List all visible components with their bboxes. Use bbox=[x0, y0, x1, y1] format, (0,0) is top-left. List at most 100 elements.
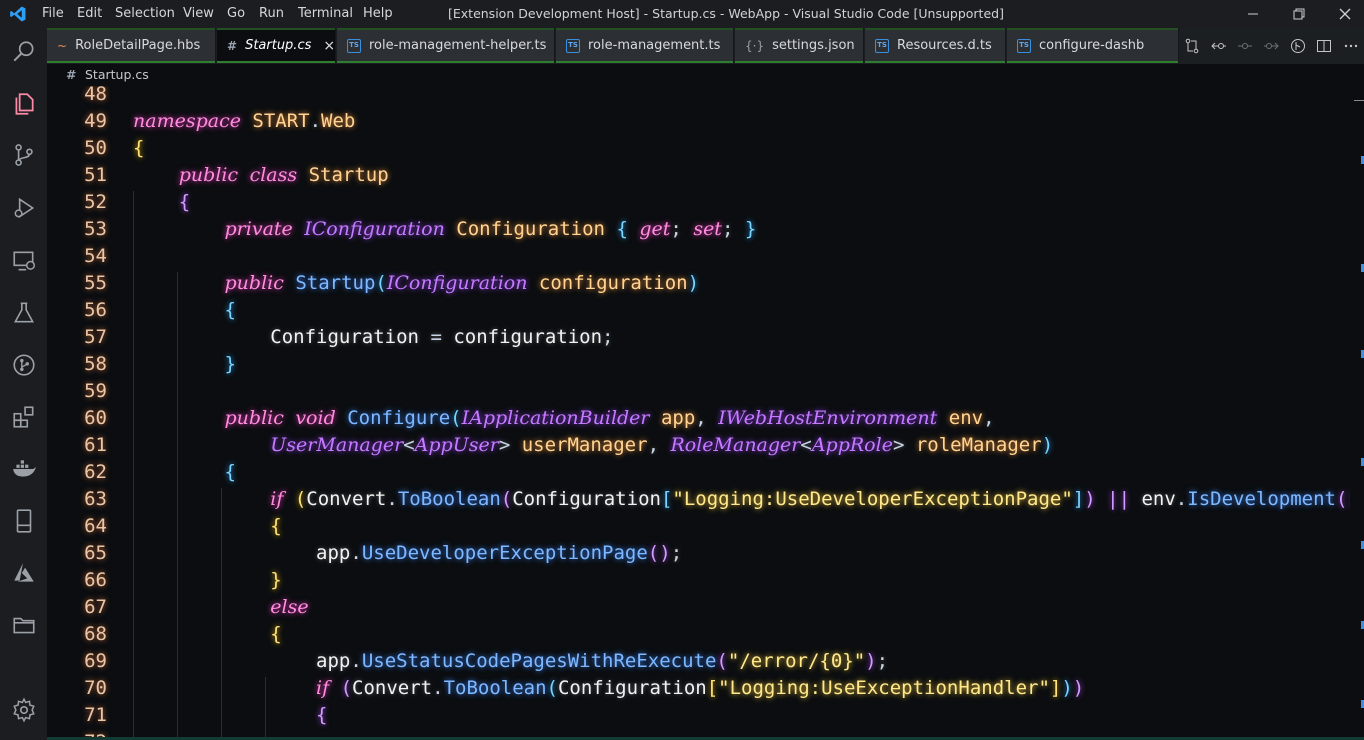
activity-device[interactable] bbox=[0, 501, 47, 541]
open-changes-next-button[interactable] bbox=[1258, 28, 1284, 64]
code-token: RoleManager bbox=[670, 434, 801, 456]
activity-gitlens[interactable] bbox=[0, 345, 47, 385]
commit-button[interactable] bbox=[1232, 28, 1258, 64]
code-token: UserManager bbox=[270, 434, 404, 456]
source-control-icon bbox=[14, 144, 33, 166]
split-editor-button[interactable] bbox=[1311, 28, 1337, 64]
code-editor[interactable]: 48 49 namespace START.Web 50{51 public clas… bbox=[47, 86, 1350, 740]
minimize-button[interactable] bbox=[1230, 0, 1276, 28]
tab-startup-cs[interactable]: # Startup.cs × bbox=[217, 28, 336, 63]
tab-role-management-helper-ts[interactable]: TS role-management-helper.ts bbox=[337, 28, 555, 63]
activity-search[interactable] bbox=[0, 32, 47, 72]
tab-resources-d-ts[interactable]: TS Resources.d.ts bbox=[865, 28, 1006, 63]
line-number: 70 bbox=[84, 677, 107, 699]
code-token: > bbox=[498, 434, 511, 456]
toggle-blame-button[interactable] bbox=[1285, 28, 1311, 64]
code-token: Configuration bbox=[512, 488, 661, 510]
line-number: 57 bbox=[84, 326, 107, 348]
line-number: 51 bbox=[84, 164, 107, 186]
code-token: ; bbox=[721, 218, 734, 240]
typescript-icon: TS bbox=[1017, 38, 1031, 53]
close-window-button[interactable] bbox=[1322, 0, 1364, 28]
menu-selection[interactable]: Selection bbox=[115, 6, 175, 21]
code-token: Startup bbox=[308, 164, 389, 186]
activity-azure[interactable] bbox=[0, 553, 47, 593]
activity-explorer[interactable] bbox=[0, 84, 47, 124]
editor-scrollbar[interactable] bbox=[1350, 86, 1364, 740]
code-token: ( bbox=[294, 488, 307, 510]
code-line: else bbox=[133, 596, 308, 618]
code-line: { bbox=[133, 515, 281, 537]
menu-go[interactable]: Go bbox=[227, 6, 245, 21]
code-token: ( bbox=[546, 677, 558, 699]
code-token: Configure bbox=[347, 407, 451, 429]
debug-icon bbox=[14, 197, 34, 219]
activity-run-debug[interactable] bbox=[0, 188, 47, 228]
open-changes-previous-button[interactable] bbox=[1205, 28, 1231, 64]
code-token: START bbox=[240, 110, 310, 132]
tab-label: role-management.ts bbox=[588, 38, 721, 53]
code-line: { bbox=[133, 704, 327, 726]
line-number: 58 bbox=[84, 353, 107, 375]
breadcrumb-file[interactable]: Startup.cs bbox=[85, 67, 149, 82]
code-token: ( bbox=[375, 272, 387, 294]
tab-role-management-ts[interactable]: TS role-management.ts bbox=[556, 28, 734, 63]
code-token: void bbox=[295, 407, 336, 429]
tab-label: Startup.cs bbox=[245, 38, 312, 53]
code-token: . bbox=[309, 110, 322, 132]
menu-edit[interactable]: Edit bbox=[77, 6, 102, 21]
code-token: configuration bbox=[441, 326, 603, 348]
activity-testing[interactable] bbox=[0, 293, 47, 333]
editor-actions bbox=[1179, 28, 1364, 64]
activity-remote-explorer[interactable] bbox=[0, 241, 47, 281]
compare-changes-button[interactable] bbox=[1179, 28, 1205, 64]
activity-source-control[interactable] bbox=[0, 135, 47, 175]
activity-bar bbox=[0, 28, 47, 740]
code-token: , bbox=[695, 407, 707, 429]
code-token: . bbox=[386, 488, 398, 510]
code-token: , bbox=[983, 407, 995, 429]
close-tab-icon[interactable]: × bbox=[323, 38, 335, 54]
restore-icon bbox=[1293, 8, 1305, 20]
code-line: namespace START.Web bbox=[133, 110, 355, 132]
code-token: { bbox=[133, 137, 145, 159]
menu-run[interactable]: Run bbox=[259, 6, 284, 21]
menu-help[interactable]: Help bbox=[363, 6, 393, 21]
line-number: 68 bbox=[84, 623, 107, 645]
window-title: [Extension Development Host] - Startup.c… bbox=[448, 6, 1004, 21]
tab-configure-dashboard[interactable]: TS configure-dashb bbox=[1007, 28, 1179, 63]
code-token: ) bbox=[687, 272, 700, 294]
code-token: ( bbox=[450, 407, 462, 429]
menu-file[interactable]: File bbox=[42, 6, 64, 21]
tab-roledetailpage-hbs[interactable]: ~ RoleDetailPage.hbs bbox=[47, 28, 216, 63]
activity-extensions[interactable] bbox=[0, 397, 47, 437]
more-actions-button[interactable] bbox=[1338, 28, 1364, 64]
code-token: . bbox=[432, 677, 444, 699]
activity-docker[interactable] bbox=[0, 449, 47, 489]
code-line: { bbox=[133, 137, 144, 159]
activity-project-manager[interactable] bbox=[0, 605, 47, 645]
menu-view[interactable]: View bbox=[183, 6, 214, 21]
activity-manage[interactable] bbox=[0, 690, 47, 730]
tab-settings-json[interactable]: {·} settings.json bbox=[735, 28, 864, 63]
vscode-logo-icon bbox=[10, 6, 26, 22]
code-token: ToBoolean bbox=[443, 677, 547, 699]
tab-label: role-management-helper.ts bbox=[369, 38, 547, 53]
code-token: } bbox=[270, 569, 282, 591]
code-token: ) bbox=[1061, 677, 1073, 699]
search-icon bbox=[13, 41, 34, 62]
menu-terminal[interactable]: Terminal bbox=[298, 6, 353, 21]
line-number: 50 bbox=[84, 137, 107, 159]
flask-icon bbox=[13, 302, 34, 323]
hash-icon: # bbox=[227, 38, 238, 53]
code-token: ToBoolean bbox=[397, 488, 501, 510]
restore-button[interactable] bbox=[1276, 0, 1322, 28]
